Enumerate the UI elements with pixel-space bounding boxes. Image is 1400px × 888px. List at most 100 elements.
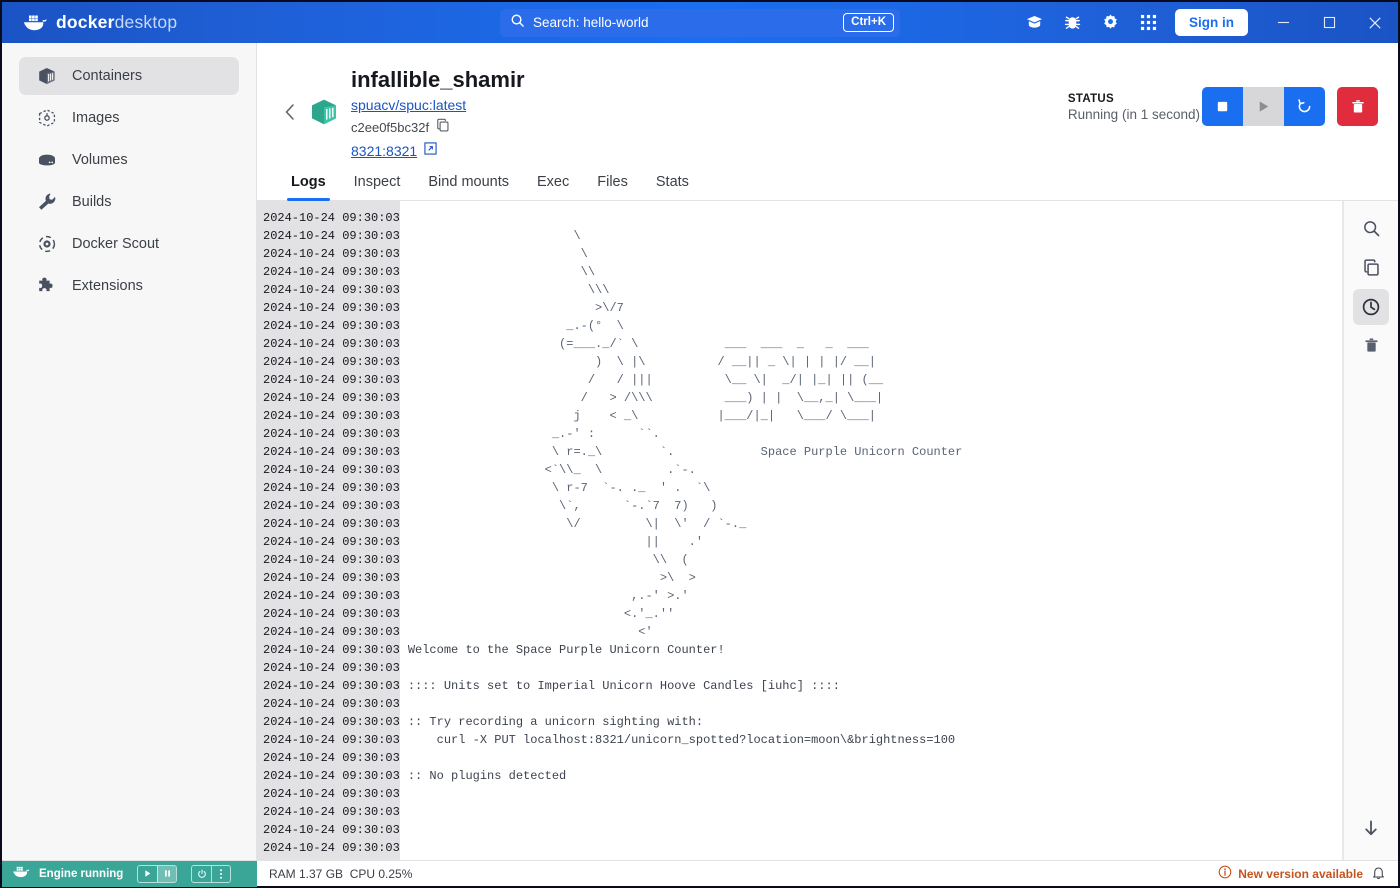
docker-whale-icon <box>12 865 31 882</box>
log-search-button[interactable] <box>1353 211 1389 247</box>
log-line: :: No plugins detected <box>407 768 567 783</box>
delete-button[interactable] <box>1337 87 1378 126</box>
log-timestamp: 2024-10-24 09:30:03 <box>263 444 400 459</box>
wrench-icon <box>36 191 58 213</box>
bell-icon[interactable] <box>1371 865 1386 883</box>
app-body: Containers Images Volumes Builds Docker … <box>2 43 1398 860</box>
sidebar-item-extensions[interactable]: Extensions <box>19 267 239 305</box>
scroll-to-bottom-button[interactable] <box>1353 810 1389 846</box>
log-timestamp: 2024-10-24 09:30:03 <box>263 210 400 225</box>
logs-content: \ \ \\ \\\ >\/7 _.-(° \ (=___._/` \ ___ … <box>400 201 1342 860</box>
container-tabs: Logs Inspect Bind mounts Exec Files Stat… <box>257 160 1398 201</box>
log-clear-button[interactable] <box>1353 328 1389 364</box>
resource-stats: RAM 1.37 GB CPU 0.25% <box>257 867 412 881</box>
learning-center-icon[interactable] <box>1015 2 1053 43</box>
engine-status[interactable]: Engine running <box>2 860 257 887</box>
scout-icon <box>36 233 58 255</box>
container-port-row: 8321:8321 <box>351 142 525 160</box>
minimize-button[interactable] <box>1260 2 1306 43</box>
container-name: infallible_shamir <box>351 67 525 92</box>
container-id-row: c2ee0f5bc32f <box>351 118 525 137</box>
status-bar-right: New version available <box>1218 865 1398 883</box>
tab-files[interactable]: Files <box>583 174 642 200</box>
log-timestamp: 2024-10-24 09:30:03 <box>263 822 400 837</box>
brand-name-bold: docker <box>56 12 115 32</box>
tab-stats[interactable]: Stats <box>642 174 703 200</box>
engine-status-label: Engine running <box>39 867 124 880</box>
sidebar-item-docker-scout[interactable]: Docker Scout <box>19 225 239 263</box>
search-icon <box>510 13 525 33</box>
log-timestamp: 2024-10-24 09:30:03 <box>263 696 400 711</box>
log-timestamps-button[interactable] <box>1353 288 1389 325</box>
log-timestamp: 2024-10-24 09:30:03 <box>263 786 400 801</box>
status-block: STATUS Running (in 1 second) <box>1068 93 1200 122</box>
sign-in-button[interactable]: Sign in <box>1175 9 1248 36</box>
container-actions <box>1202 87 1378 126</box>
log-timestamp: 2024-10-24 09:30:03 <box>263 354 400 369</box>
close-button[interactable] <box>1352 2 1398 43</box>
log-timestamp: 2024-10-24 09:30:03 <box>263 390 400 405</box>
app-brand: dockerdesktop <box>2 12 177 33</box>
log-line: :::: Units set to Imperial Unicorn Hoove… <box>407 678 840 693</box>
log-line: Welcome to the Space Purple Unicorn Coun… <box>407 642 725 657</box>
copy-icon[interactable] <box>436 118 450 137</box>
maximize-button[interactable] <box>1306 2 1352 43</box>
new-version-notice[interactable]: New version available <box>1218 865 1363 882</box>
app-grid-icon[interactable] <box>1129 2 1167 43</box>
tab-bind-mounts[interactable]: Bind mounts <box>414 174 523 200</box>
engine-run-controls <box>137 864 178 883</box>
tab-exec[interactable]: Exec <box>523 174 583 200</box>
container-header: infallible_shamir spuacv/spuc:latest c2e… <box>257 43 1398 160</box>
log-timestamp: 2024-10-24 09:30:03 <box>263 336 400 351</box>
engine-more-button[interactable] <box>211 865 230 882</box>
docker-whale-icon <box>22 13 48 33</box>
tab-inspect[interactable]: Inspect <box>340 174 415 200</box>
log-timestamp: 2024-10-24 09:30:03 <box>263 372 400 387</box>
container-image-link[interactable]: spuacv/spuc:latest <box>351 97 466 113</box>
log-timestamp: 2024-10-24 09:30:03 <box>263 300 400 315</box>
log-timestamp: 2024-10-24 09:30:03 <box>263 588 400 603</box>
sidebar-label-builds: Builds <box>72 194 112 210</box>
log-timestamp: 2024-10-24 09:30:03 <box>263 264 400 279</box>
container-action-group <box>1202 87 1325 126</box>
status-bar: Engine running RAM 1.37 GB CPU 0.25% New… <box>2 860 1398 887</box>
ascii-art-banner: \ \ \\ \\\ >\/7 _.-(° \ (=___._/` \ ___ … <box>544 228 963 639</box>
search-input[interactable]: Search: hello-world Ctrl+K <box>500 8 900 37</box>
log-line: :: Try recording a unicorn sighting with… <box>407 714 704 729</box>
start-button[interactable] <box>1243 87 1284 126</box>
restart-button[interactable] <box>1284 87 1325 126</box>
logs-panel: 2024-10-24 09:30:03 2024-10-24 09:30:03 20… <box>257 200 1398 860</box>
new-version-label: New version available <box>1238 866 1363 881</box>
stop-button[interactable] <box>1202 87 1243 126</box>
log-copy-button[interactable] <box>1353 250 1389 286</box>
container-id: c2ee0f5bc32f <box>351 119 430 135</box>
bug-report-icon[interactable] <box>1053 2 1091 43</box>
log-timestamp: 2024-10-24 09:30:03 <box>263 624 400 639</box>
tab-logs[interactable]: Logs <box>277 174 340 201</box>
status-label: STATUS <box>1067 93 1114 105</box>
container-port-link[interactable]: 8321:8321 <box>351 143 417 159</box>
log-timestamp: 2024-10-24 09:30:03 <box>263 660 400 675</box>
logs-viewport[interactable]: 2024-10-24 09:30:03 2024-10-24 09:30:03 20… <box>257 200 1343 860</box>
engine-power-button[interactable] <box>192 866 211 882</box>
container-cube-icon <box>307 95 341 129</box>
engine-start-button[interactable] <box>138 866 157 882</box>
sidebar-label-volumes: Volumes <box>72 152 128 168</box>
sidebar-item-containers[interactable]: Containers <box>19 57 239 95</box>
log-timestamp: 2024-10-24 09:30:03 <box>263 768 400 783</box>
puzzle-icon <box>36 275 58 297</box>
log-timestamp: 2024-10-24 09:30:03 <box>263 408 400 423</box>
logs-timestamp-gutter: 2024-10-24 09:30:03 2024-10-24 09:30:03 20… <box>257 200 400 860</box>
sidebar-label-containers: Containers <box>72 68 143 84</box>
external-link-icon[interactable] <box>424 142 437 160</box>
log-timestamp: 2024-10-24 09:30:03 <box>263 840 400 855</box>
engine-pause-button[interactable] <box>157 865 177 882</box>
sidebar-item-builds[interactable]: Builds <box>19 183 239 221</box>
sidebar-item-images[interactable]: Images <box>19 99 239 137</box>
container-info: infallible_shamir spuacv/spuc:latest c2e… <box>351 57 525 160</box>
ram-usage: RAM 1.37 GB <box>269 866 344 881</box>
chevron-left-icon[interactable] <box>277 99 303 125</box>
sidebar-item-volumes[interactable]: Volumes <box>19 141 239 179</box>
settings-gear-icon[interactable] <box>1091 2 1129 43</box>
log-timestamp: 2024-10-24 09:30:03 <box>263 750 400 765</box>
